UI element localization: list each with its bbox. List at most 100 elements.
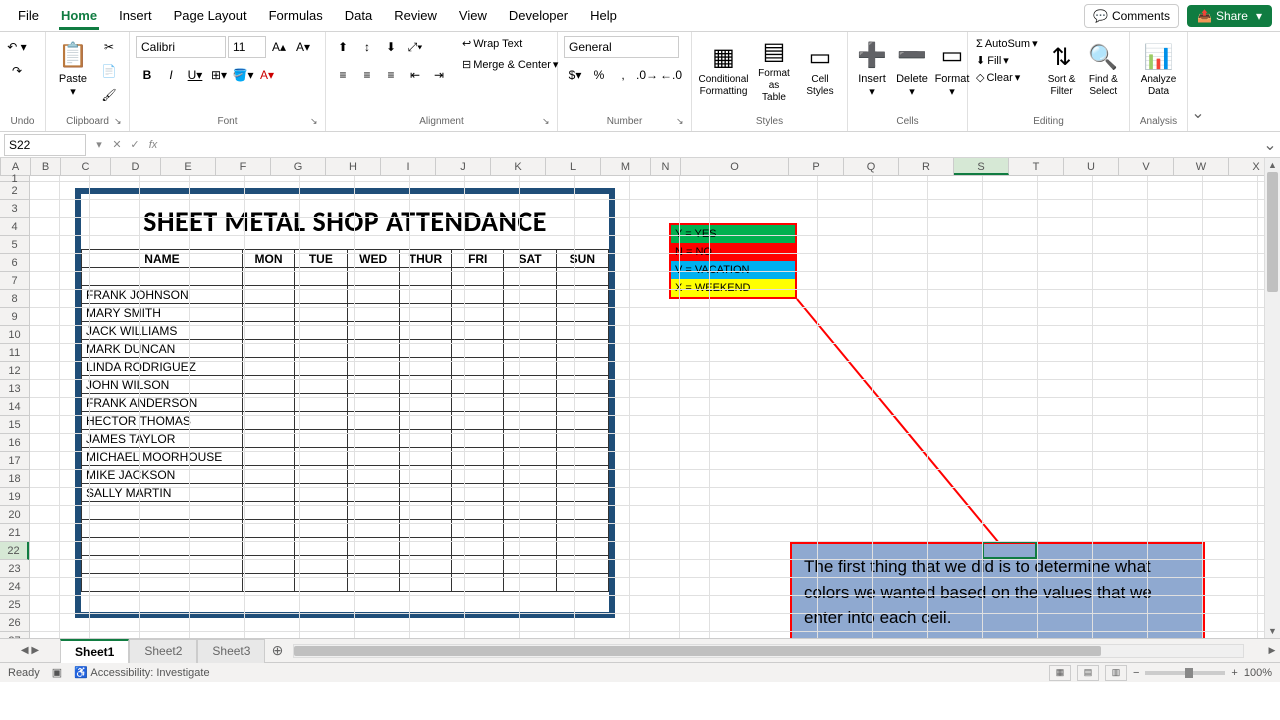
row-header-10[interactable]: 10 [0, 326, 29, 344]
macro-icon[interactable]: ▣ [52, 666, 62, 679]
font-name-select[interactable] [136, 36, 226, 58]
col-header-I[interactable]: I [381, 158, 436, 175]
accessibility-status[interactable]: ♿ Accessibility: Investigate [74, 666, 209, 679]
col-header-U[interactable]: U [1064, 158, 1119, 175]
scroll-up-arrow[interactable]: ▲ [1265, 158, 1280, 172]
autosum-button[interactable]: ΣAutoSum ▾ [974, 36, 1040, 51]
increase-font-button[interactable]: A▴ [268, 36, 290, 58]
row-header-26[interactable]: 26 [0, 614, 29, 632]
vscroll-thumb[interactable] [1267, 172, 1278, 292]
col-header-V[interactable]: V [1119, 158, 1174, 175]
decrease-font-button[interactable]: A▾ [292, 36, 314, 58]
col-header-G[interactable]: G [271, 158, 326, 175]
font-size-select[interactable] [228, 36, 266, 58]
sheet-tab-sheet2[interactable]: Sheet2 [129, 639, 197, 663]
fill-color-button[interactable]: 🪣▾ [232, 64, 254, 86]
insert-cells-button[interactable]: ➕ Insert▾ [854, 36, 890, 106]
col-header-L[interactable]: L [546, 158, 601, 175]
collapse-ribbon-button[interactable]: ⌄ [1188, 32, 1208, 131]
scroll-down-arrow[interactable]: ▼ [1265, 624, 1280, 638]
sheet-tab-sheet1[interactable]: Sheet1 [60, 639, 129, 663]
currency-button[interactable]: $▾ [564, 64, 586, 86]
menu-review[interactable]: Review [384, 2, 447, 29]
row-header-23[interactable]: 23 [0, 560, 29, 578]
menu-page-layout[interactable]: Page Layout [164, 2, 257, 29]
clipboard-launcher[interactable]: ↘ [114, 116, 126, 128]
increase-indent-button[interactable]: ⇥ [428, 64, 450, 86]
row-header-16[interactable]: 16 [0, 434, 29, 452]
col-header-F[interactable]: F [216, 158, 271, 175]
col-header-S[interactable]: S [954, 158, 1009, 175]
zoom-out-button[interactable]: − [1133, 667, 1139, 679]
col-header-M[interactable]: M [601, 158, 651, 175]
cancel-formula-button[interactable]: ✕ [108, 136, 126, 154]
font-color-button[interactable]: A▾ [256, 64, 278, 86]
delete-cells-button[interactable]: ➖ Delete▾ [894, 36, 930, 106]
align-top-button[interactable]: ⬆ [332, 36, 354, 58]
row-header-8[interactable]: 8 [0, 290, 29, 308]
sheet-tab-sheet3[interactable]: Sheet3 [197, 639, 265, 663]
row-header-9[interactable]: 9 [0, 308, 29, 326]
row-header-20[interactable]: 20 [0, 506, 29, 524]
add-sheet-button[interactable]: ⊕ [265, 642, 289, 659]
number-format-select[interactable] [564, 36, 679, 58]
format-painter-button[interactable]: 🖌 [98, 84, 120, 106]
menu-formulas[interactable]: Formulas [259, 2, 333, 29]
col-header-P[interactable]: P [789, 158, 844, 175]
col-header-B[interactable]: B [31, 158, 61, 175]
col-header-T[interactable]: T [1009, 158, 1064, 175]
number-launcher[interactable]: ↘ [676, 116, 688, 128]
col-header-H[interactable]: H [326, 158, 381, 175]
row-header-21[interactable]: 21 [0, 524, 29, 542]
menu-home[interactable]: Home [51, 2, 107, 29]
align-center-button[interactable]: ≡ [356, 64, 378, 86]
font-launcher[interactable]: ↘ [310, 116, 322, 128]
border-button[interactable]: ⊞▾ [208, 64, 230, 86]
row-header-4[interactable]: 4 [0, 218, 29, 236]
zoom-slider[interactable] [1145, 671, 1225, 675]
name-box[interactable] [4, 134, 86, 156]
orientation-button[interactable]: ⤢▾ [404, 36, 426, 58]
col-header-D[interactable]: D [111, 158, 161, 175]
align-right-button[interactable]: ≡ [380, 64, 402, 86]
alignment-launcher[interactable]: ↘ [542, 116, 554, 128]
row-header-25[interactable]: 25 [0, 596, 29, 614]
merge-center-button[interactable]: ⊟ Merge & Center ▾ [460, 57, 560, 72]
paste-button[interactable]: 📋 Paste ▾ [52, 36, 94, 106]
formula-input[interactable] [162, 134, 1260, 156]
increase-decimal-button[interactable]: .0→ [636, 64, 658, 86]
share-button[interactable]: 📤 Share ▾ [1187, 5, 1272, 27]
name-box-dropdown[interactable]: ▾ [90, 136, 108, 154]
wrap-text-button[interactable]: ↩ Wrap Text [460, 36, 560, 51]
row-header-6[interactable]: 6 [0, 254, 29, 272]
horizontal-scrollbar[interactable] [293, 644, 1244, 658]
sort-filter-button[interactable]: ⇅ Sort & Filter [1044, 36, 1080, 106]
row-header-22[interactable]: 22 [0, 542, 29, 560]
cut-button[interactable]: ✂ [98, 36, 120, 58]
redo-button[interactable]: ↷ [6, 60, 28, 82]
align-left-button[interactable]: ≡ [332, 64, 354, 86]
col-header-W[interactable]: W [1174, 158, 1229, 175]
enter-formula-button[interactable]: ✓ [126, 136, 144, 154]
tab-nav[interactable]: ◀ ▶ [0, 645, 60, 656]
italic-button[interactable]: I [160, 64, 182, 86]
menu-help[interactable]: Help [580, 2, 627, 29]
conditional-formatting-button[interactable]: ▦ Conditional Formatting [698, 36, 749, 106]
col-header-K[interactable]: K [491, 158, 546, 175]
row-header-18[interactable]: 18 [0, 470, 29, 488]
insert-function-button[interactable]: fx [144, 136, 162, 154]
row-header-2[interactable]: 2 [0, 182, 29, 200]
hscroll-thumb[interactable] [294, 646, 1100, 656]
format-as-table-button[interactable]: ▤ Format as Table [753, 36, 795, 106]
normal-view-button[interactable]: ▦ [1049, 665, 1071, 681]
format-cells-button[interactable]: ▭ Format▾ [934, 36, 970, 106]
col-header-R[interactable]: R [899, 158, 954, 175]
col-header-J[interactable]: J [436, 158, 491, 175]
col-header-N[interactable]: N [651, 158, 681, 175]
zoom-level[interactable]: 100% [1244, 667, 1272, 679]
expand-formula-bar[interactable]: ⌄ [1260, 135, 1280, 155]
clear-button[interactable]: ◇Clear ▾ [974, 70, 1040, 85]
row-header-5[interactable]: 5 [0, 236, 29, 254]
grid-cells[interactable]: SHEET METAL SHOP ATTENDANCE NAMEMONTUEWE… [30, 176, 1264, 638]
row-header-11[interactable]: 11 [0, 344, 29, 362]
